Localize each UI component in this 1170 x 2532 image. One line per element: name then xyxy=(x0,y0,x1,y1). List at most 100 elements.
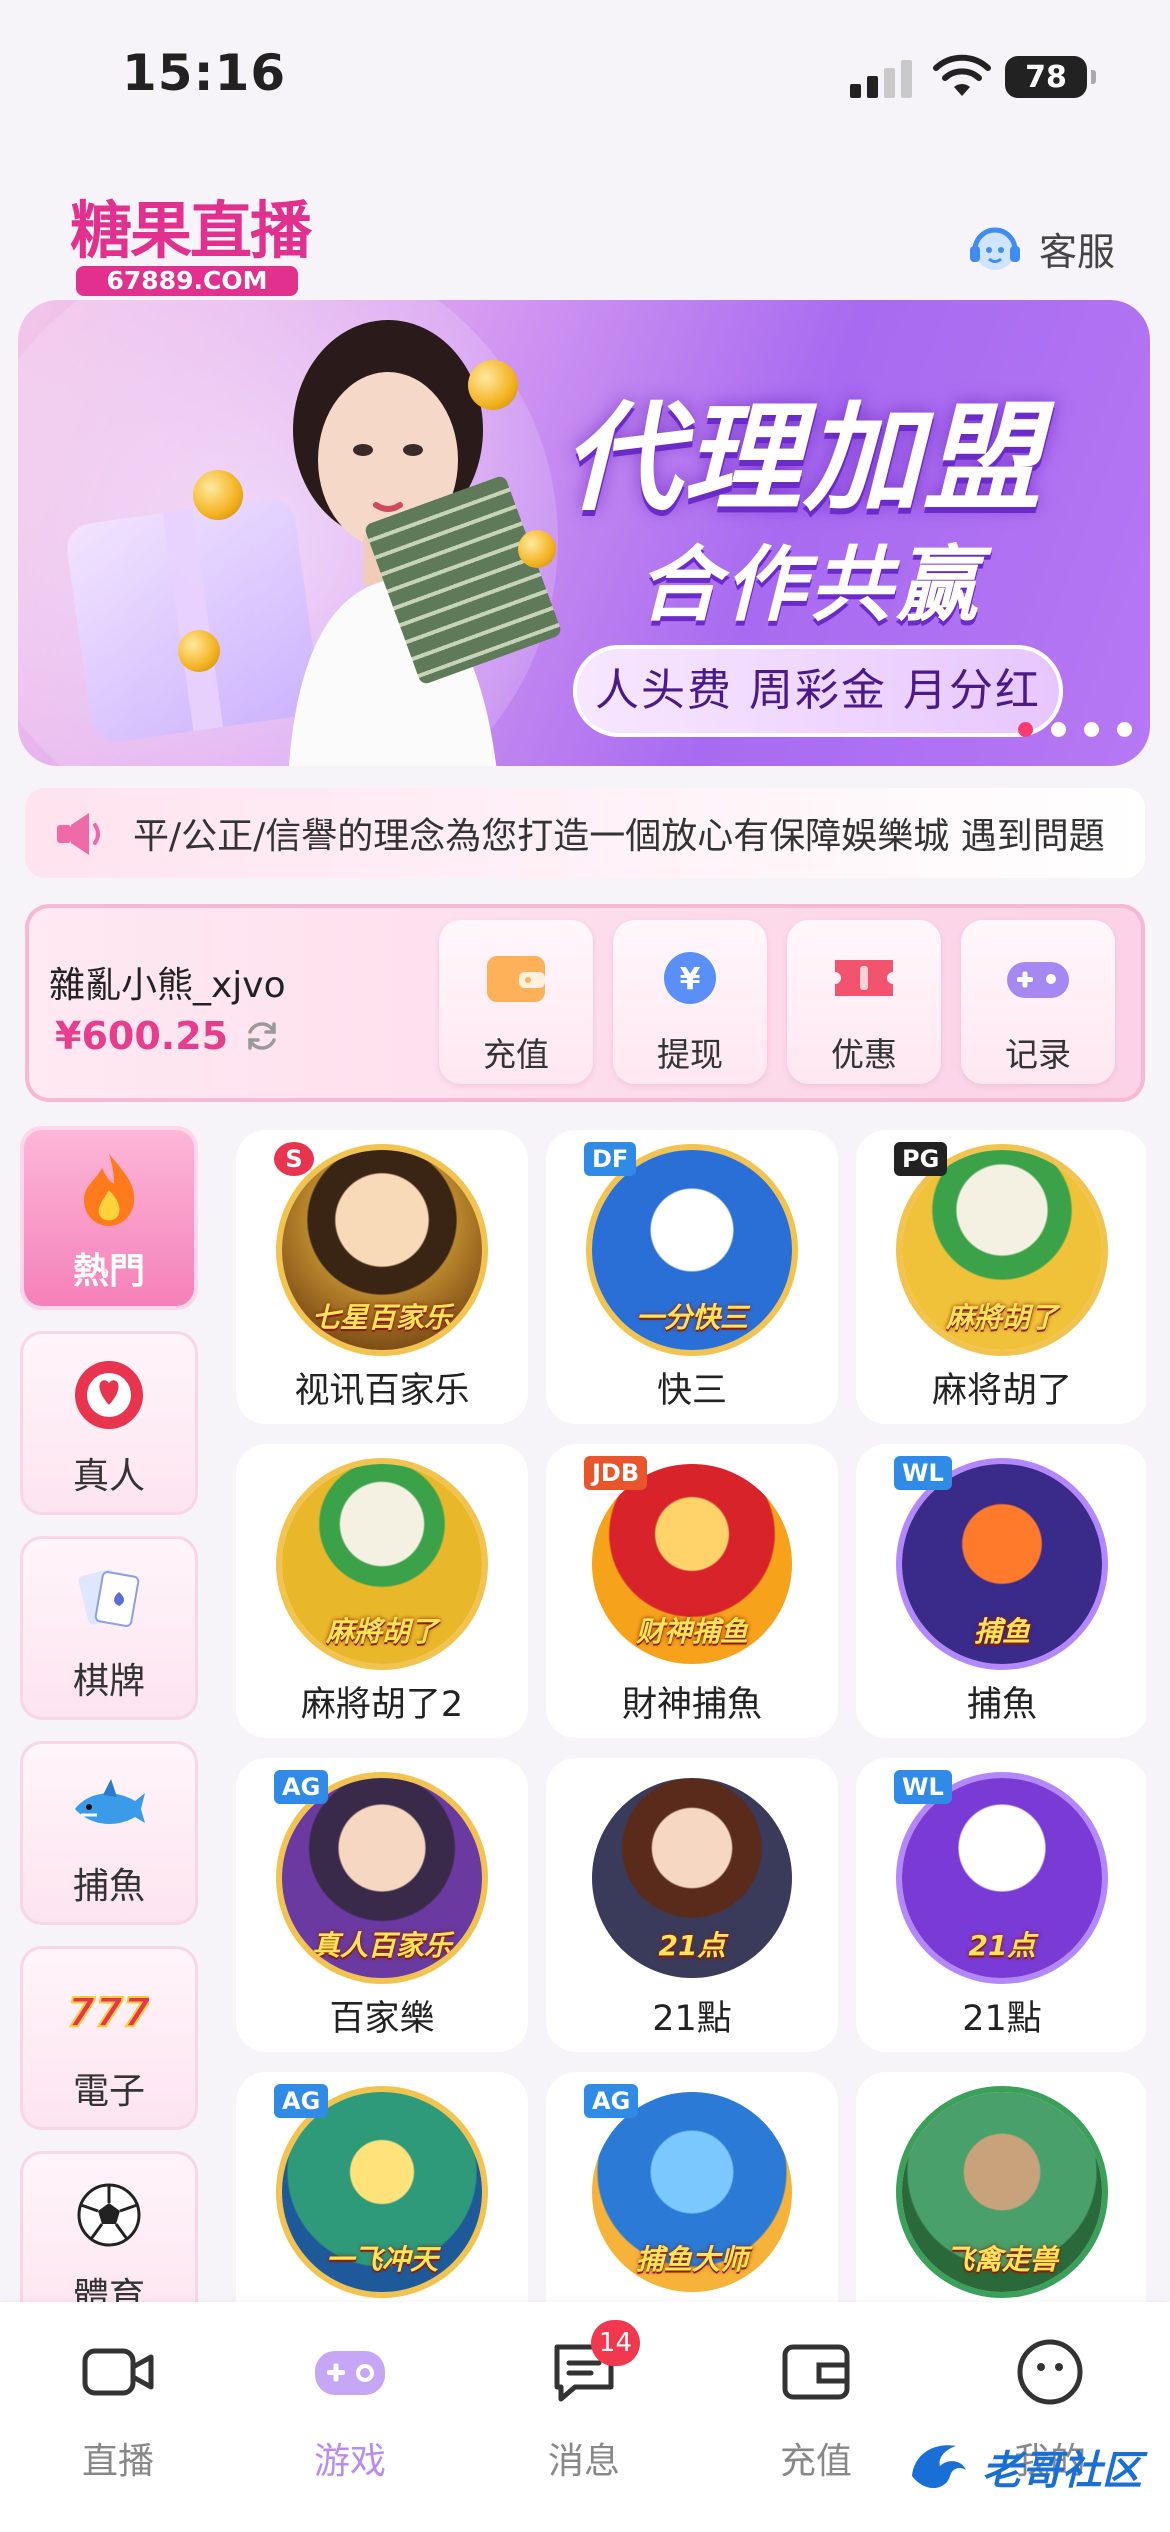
category-fishing[interactable]: 捕魚 xyxy=(20,1741,198,1925)
game-label: 捕魚 xyxy=(966,1685,1037,1725)
game-thumbnail: 飞禽走兽 xyxy=(902,2092,1102,2292)
category-sidebar: 熱門 真人 棋牌 捕魚 777 電子 體育 xyxy=(20,1126,200,2302)
game-card[interactable]: 飞禽走兽 xyxy=(856,2072,1146,2302)
withdraw-button[interactable]: ¥ 提现 xyxy=(613,920,767,1084)
promo-banner[interactable]: 代理加盟 合作共赢 人头费 周彩金 月分红 xyxy=(18,300,1150,766)
svg-text:¥: ¥ xyxy=(680,962,701,997)
withdraw-label: 提现 xyxy=(657,1035,723,1074)
game-card[interactable]: 麻將胡了 麻將胡了2 xyxy=(236,1444,528,1738)
banner-subtitle: 合作共赢 xyxy=(638,538,982,633)
game-thumbnail: 麻將胡了 xyxy=(282,1464,482,1664)
category-chess-cards[interactable]: 棋牌 xyxy=(20,1536,198,1720)
game-thumbnail: 捕鱼大师 xyxy=(592,2092,792,2292)
game-card[interactable]: 捕鱼大师 AG xyxy=(546,2072,838,2302)
customer-service-button[interactable]: 客服 xyxy=(965,218,1115,278)
game-card[interactable]: 七星百家乐 S 视讯百家乐 xyxy=(236,1130,528,1424)
game-thumbnail-title: 麻將胡了 xyxy=(945,1301,1058,1334)
logo-text: 糖果直播 xyxy=(70,194,312,267)
watermark: 老哥社区 xyxy=(904,2432,1154,2502)
category-label: 電子 xyxy=(72,2071,145,2112)
game-card[interactable]: 一分快三 DF 快三 xyxy=(546,1130,838,1424)
dragon-logo-icon xyxy=(912,2445,966,2489)
game-thumbnail: 捕鱼 xyxy=(902,1464,1102,1664)
tab-messages[interactable]: 14 消息 xyxy=(494,2320,674,2484)
status-bar: 15:16 78 xyxy=(0,0,1170,140)
profile-icon xyxy=(1010,2332,1090,2412)
category-hot[interactable]: 熱門 xyxy=(20,1126,198,1310)
category-electronic[interactable]: 777 電子 xyxy=(20,1946,198,2130)
pagination-dot[interactable] xyxy=(1117,722,1132,737)
game-thumbnail-title: 捕鱼大师 xyxy=(635,2243,748,2276)
game-card[interactable]: 真人百家乐 AG 百家樂 xyxy=(236,1758,528,2052)
pagination-dot[interactable] xyxy=(1018,722,1033,737)
game-label: 麻將胡了2 xyxy=(300,1685,464,1725)
logo-url: 67889.COM xyxy=(76,266,298,296)
svg-text:777: 777 xyxy=(69,1990,149,2036)
provider-badge: AG xyxy=(584,2084,639,2118)
game-thumbnail-title: 飞禽走兽 xyxy=(945,2243,1058,2276)
pagination-dot[interactable] xyxy=(1051,722,1066,737)
refresh-icon[interactable] xyxy=(244,1018,280,1054)
message-icon: 14 xyxy=(544,2320,640,2412)
game-thumbnail-title: 21点 xyxy=(968,1929,1036,1962)
category-label: 真人 xyxy=(72,1456,145,1497)
notification-badge: 14 xyxy=(590,2320,640,2366)
game-label: 財神捕魚 xyxy=(621,1685,762,1725)
pagination-dot[interactable] xyxy=(1084,722,1099,737)
tab-deposit[interactable]: 充值 xyxy=(726,2332,906,2484)
provider-badge: WL xyxy=(894,1456,952,1490)
status-time: 15:16 xyxy=(122,44,287,102)
records-label: 记录 xyxy=(1005,1035,1071,1074)
provider-badge: DF xyxy=(584,1142,637,1176)
game-thumbnail-title: 真人百家乐 xyxy=(311,1929,452,1962)
gold-coin-icon xyxy=(468,360,518,410)
tab-label: 直播 xyxy=(81,2441,154,2482)
provider-badge: PG xyxy=(894,1142,948,1176)
banner-pill: 人头费 周彩金 月分红 xyxy=(573,645,1063,737)
game-card[interactable]: 财神捕鱼 JDB 財神捕魚 xyxy=(546,1444,838,1738)
tab-label: 消息 xyxy=(547,2441,620,2482)
ticket-icon xyxy=(829,948,899,1008)
promotion-button[interactable]: 优惠 xyxy=(787,920,941,1084)
tab-live[interactable]: 直播 xyxy=(28,2332,208,2484)
deposit-button[interactable]: 充值 xyxy=(439,920,593,1084)
shark-icon xyxy=(67,1763,151,1847)
cellular-signal-icon xyxy=(850,58,914,98)
announcement-marquee[interactable]: 平/公正/信譽的理念為您打造一個放心有保障娛樂城 遇到問題 xyxy=(25,788,1145,878)
gold-coin-icon xyxy=(178,630,220,672)
wallet-icon xyxy=(776,2332,856,2412)
game-label: 百家樂 xyxy=(329,1999,435,2039)
banner-pagination[interactable] xyxy=(1018,722,1132,737)
username: 雜亂小熊_xjvo xyxy=(49,965,286,1006)
game-card[interactable]: 一飞冲天 AG xyxy=(236,2072,528,2302)
game-thumbnail: 21点 xyxy=(902,1778,1102,1978)
provider-badge: AG xyxy=(274,2084,329,2118)
game-thumbnail-title: 21点 xyxy=(658,1929,726,1962)
balance: ¥600.25 xyxy=(55,1014,280,1058)
game-thumbnail-title: 一飞冲天 xyxy=(325,2243,438,2276)
game-card[interactable]: 21点 21點 xyxy=(546,1758,838,2052)
records-button[interactable]: 记录 xyxy=(961,920,1115,1084)
balance-amount: ¥600.25 xyxy=(55,1014,229,1058)
game-card[interactable]: 21点 WL 21點 xyxy=(856,1758,1146,2052)
category-sports[interactable]: 體育 xyxy=(20,2151,198,2302)
game-thumbnail-title: 捕鱼 xyxy=(973,1615,1030,1648)
game-grid: 七星百家乐 S 视讯百家乐 一分快三 DF 快三 麻將胡了 PG 麻将胡了 麻將… xyxy=(236,1130,1146,2302)
game-thumbnail: 一飞冲天 xyxy=(282,2092,482,2292)
category-live[interactable]: 真人 xyxy=(20,1331,198,1515)
game-card[interactable]: 捕鱼 WL 捕魚 xyxy=(856,1444,1146,1738)
gamepad-icon xyxy=(1003,948,1073,1008)
promotion-label: 优惠 xyxy=(831,1035,897,1074)
category-label: 棋牌 xyxy=(72,1661,145,1702)
game-thumbnail-title: 七星百家乐 xyxy=(311,1301,452,1334)
soccer-ball-icon xyxy=(67,2173,151,2257)
playing-cards-icon xyxy=(67,1558,151,1642)
tab-label: 充值 xyxy=(779,2441,852,2482)
tab-label: 游戏 xyxy=(313,2441,386,2482)
deposit-label: 充值 xyxy=(483,1035,549,1074)
game-thumbnail: 麻將胡了 xyxy=(902,1150,1102,1350)
speaker-icon xyxy=(57,813,100,855)
game-card[interactable]: 麻將胡了 PG 麻将胡了 xyxy=(856,1130,1146,1424)
tab-games[interactable]: 游戏 xyxy=(260,2332,440,2484)
gold-coin-icon xyxy=(193,470,243,520)
